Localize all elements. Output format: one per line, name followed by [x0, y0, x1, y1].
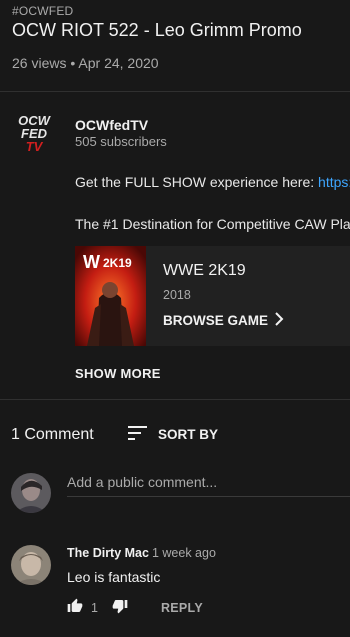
reply-button[interactable]: REPLY — [161, 601, 203, 615]
comment-time[interactable]: 1 week ago — [152, 546, 216, 560]
thumb-down-icon[interactable] — [112, 598, 128, 617]
show-more-button[interactable]: SHOW MORE — [75, 366, 161, 381]
view-count: 26 views — [12, 55, 67, 71]
cover-brand: W — [83, 252, 100, 272]
video-title: OCW RIOT 522 - Leo Grimm Promo — [12, 20, 302, 40]
comment-text: Leo is fantastic — [67, 569, 161, 585]
comment-header: The Dirty Mac 1 week ago — [67, 546, 216, 560]
description-line-2: The #1 Destination for Competitive CAW P… — [75, 216, 350, 232]
comment-input-underline — [67, 496, 350, 497]
cover-tag: 2K19 — [103, 256, 132, 270]
comment-author[interactable]: The Dirty Mac — [67, 546, 149, 560]
like-count: 1 — [91, 600, 98, 615]
sort-icon — [128, 425, 148, 444]
meta-separator: • — [70, 55, 76, 71]
sort-by-button[interactable]: SORT BY — [128, 425, 218, 444]
video-hashtag[interactable]: #OCWFED — [12, 4, 73, 18]
avatar[interactable] — [11, 473, 51, 513]
description-text-1: Get the FULL SHOW experience here: — [75, 174, 319, 190]
channel-name[interactable]: OCWfedTV — [75, 117, 148, 133]
game-year: 2018 — [163, 288, 191, 302]
description-line-1: Get the FULL SHOW experience here: https… — [75, 174, 350, 190]
channel-logo[interactable]: OCW FED TV — [11, 113, 57, 154]
game-cover-image[interactable]: W 2K19 — [75, 246, 146, 346]
description-link[interactable]: https:// — [318, 174, 350, 190]
subscriber-count: 505 subscribers — [75, 134, 167, 149]
divider — [0, 399, 350, 400]
browse-game-button[interactable]: BROWSE GAME — [163, 312, 284, 329]
commenter-avatar[interactable] — [11, 545, 51, 585]
upload-date: Apr 24, 2020 — [78, 55, 159, 71]
game-title[interactable]: WWE 2K19 — [163, 262, 246, 280]
divider — [0, 91, 350, 92]
game-card[interactable]: W 2K19 WWE 2K19 2018 BROWSE GAME — [75, 246, 350, 346]
comment-count: 1 Comment — [11, 426, 94, 443]
add-comment-input[interactable]: Add a public comment... — [67, 474, 217, 490]
thumb-up-icon[interactable] — [67, 598, 83, 617]
comment-actions: 1 REPLY — [67, 598, 203, 617]
chevron-right-icon — [274, 312, 284, 329]
browse-game-label: BROWSE GAME — [163, 313, 269, 328]
video-meta: 26 views • Apr 24, 2020 — [12, 55, 159, 71]
sort-by-label: SORT BY — [158, 427, 219, 442]
logo-text-bottom: TV — [26, 139, 44, 153]
